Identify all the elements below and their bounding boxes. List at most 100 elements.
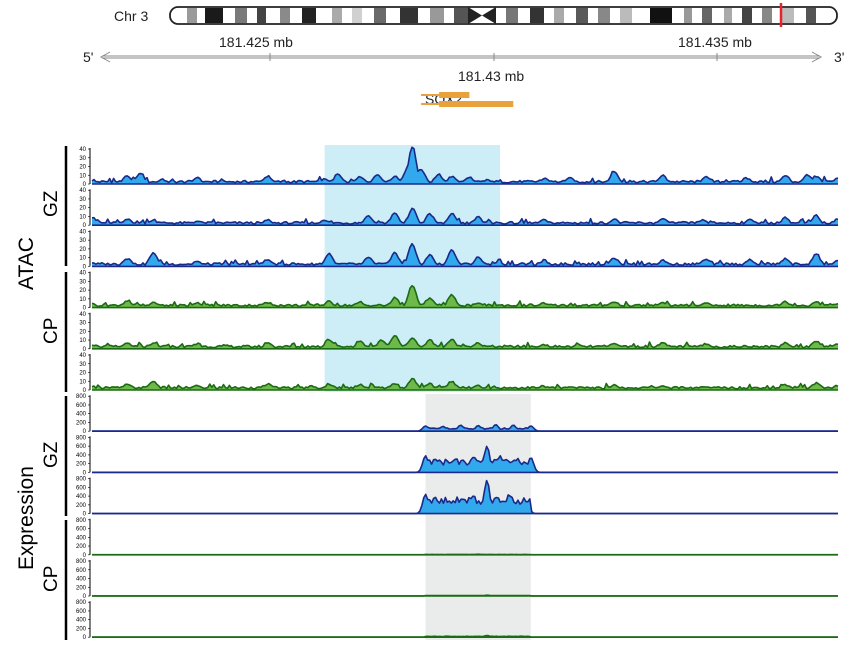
chromosome-band — [752, 8, 762, 23]
track-y-tick-label: 600 — [76, 609, 87, 615]
track-y-tick-label: 10 — [79, 297, 86, 303]
chromosome-band — [684, 8, 692, 23]
track-y-tick-label: 200 — [76, 585, 87, 591]
group-label-expression: Expression — [15, 466, 38, 570]
chromosome-band — [518, 8, 530, 23]
track-y-tick-label: 0 — [83, 223, 87, 229]
track-y-tick-label: 0 — [83, 470, 87, 476]
coordinate-axis: 181.425 mb 181.435 mb 5' 3' 181.43 mb — [83, 34, 844, 84]
chromosome-band — [257, 8, 266, 23]
track-y-tick-label: 40 — [79, 271, 86, 277]
chromosome-band — [650, 8, 672, 23]
track-y-tick-label: 30 — [79, 197, 86, 203]
chromosome-band — [374, 8, 386, 23]
sub-label-atac-gz: GZ — [41, 190, 62, 217]
track-y-tick-label: 600 — [76, 403, 87, 409]
chromosome-band — [672, 8, 684, 23]
track-y-tick-label: 20 — [79, 206, 86, 212]
sub-label-atac-cp: CP — [41, 318, 62, 344]
track-y-tick-label: 40 — [79, 147, 86, 153]
track-y-tick-label: 400 — [76, 453, 87, 459]
track-y-tick-label: 0 — [83, 347, 87, 353]
chromosome-band — [588, 8, 598, 23]
left-strand-label: 5' — [83, 49, 93, 65]
track-y-tick-label: 0 — [83, 429, 87, 435]
chromosome-band — [712, 8, 724, 23]
track-y-tick-label: 400 — [76, 535, 87, 541]
track-y-tick-label: 800 — [76, 394, 87, 400]
chromosome-band — [290, 8, 302, 23]
chromosome-band — [247, 8, 257, 23]
track-y-tick-label: 20 — [79, 371, 86, 377]
chromosome-band — [610, 8, 620, 23]
chromosome-band — [564, 8, 576, 23]
chromosome-band — [576, 8, 588, 23]
track-y-tick-label: 200 — [76, 626, 87, 632]
group-label-atac: ATAC — [15, 237, 38, 290]
chromosome-band — [418, 8, 430, 23]
track-y-tick-label: 10 — [79, 256, 86, 262]
track-y-tick-label: 20 — [79, 165, 86, 171]
track-y-tick-label: 10 — [79, 214, 86, 220]
track-y-tick-label: 0 — [83, 264, 87, 270]
track-y-tick-label: 400 — [76, 618, 87, 624]
track-y-tick-label: 600 — [76, 444, 87, 450]
axis-arrow-right — [811, 51, 823, 63]
track-y-tick-label: 0 — [83, 182, 87, 188]
chromosome-band — [266, 8, 280, 23]
track-y-tick-label: 400 — [76, 412, 87, 418]
chromosome-band — [430, 8, 444, 23]
track-y-tick-label: 40 — [79, 312, 86, 318]
track-y-tick-label: 0 — [83, 306, 87, 312]
chromosome-band — [302, 8, 316, 23]
chromosome-band — [782, 8, 794, 23]
track-y-tick-label: 400 — [76, 577, 87, 583]
chromosome-band — [454, 8, 468, 23]
sox2-locus-figure: Chr 3 181.425 mb 181.435 mb 5' 3' 181.43… — [15, 3, 844, 641]
chromosome-band — [702, 8, 712, 23]
track-y-tick-label: 20 — [79, 329, 86, 335]
chromosome-band — [620, 8, 632, 23]
track-y-tick-label: 600 — [76, 568, 87, 574]
track-y-tick-label: 10 — [79, 173, 86, 179]
track-y-tick-label: 200 — [76, 420, 87, 426]
track-y-tick-label: 30 — [79, 238, 86, 244]
chromosome-band — [362, 8, 374, 23]
track-y-tick-label: 40 — [79, 188, 86, 194]
gene-model: SOX2 — [421, 91, 514, 107]
track-y-tick-label: 600 — [76, 485, 87, 491]
chromosome-band — [530, 8, 544, 23]
gene-exon — [439, 101, 514, 107]
track-y-tick-label: 800 — [76, 600, 87, 606]
chromosome-band — [692, 8, 702, 23]
chromosome-band — [732, 8, 742, 23]
track-y-tick-label: 800 — [76, 435, 87, 441]
chromosome-band — [205, 8, 223, 23]
track-y-tick-label: 800 — [76, 477, 87, 483]
chromosome-band — [742, 8, 752, 23]
track-y-tick-label: 200 — [76, 462, 87, 468]
track-y-tick-label: 0 — [83, 388, 87, 394]
chromosome-band — [496, 8, 506, 23]
chromosome-band — [724, 8, 732, 23]
chromosome-band — [554, 8, 564, 23]
chromosome-band — [280, 8, 290, 23]
chromosome-band — [400, 8, 418, 23]
track-y-tick-label: 40 — [79, 229, 86, 235]
chromosome-band — [235, 8, 247, 23]
track-y-tick-label: 20 — [79, 288, 86, 294]
chromosome-band — [598, 8, 610, 23]
chromosome-label: Chr 3 — [114, 8, 148, 24]
centromere-marker-right — [482, 7, 496, 24]
track-y-tick-label: 200 — [76, 503, 87, 509]
chromosome-ideogram: Chr 3 — [114, 3, 838, 27]
tick-label-181-425: 181.425 mb — [219, 34, 293, 50]
tick-label-181-43: 181.43 mb — [458, 68, 524, 84]
track-y-tick-label: 10 — [79, 338, 86, 344]
track-y-tick-label: 30 — [79, 156, 86, 162]
track-y-tick-label: 40 — [79, 353, 86, 359]
track-y-tick-label: 400 — [76, 494, 87, 500]
chromosome-band — [175, 8, 187, 23]
chromosome-band — [386, 8, 400, 23]
chromosome-band — [632, 8, 650, 23]
